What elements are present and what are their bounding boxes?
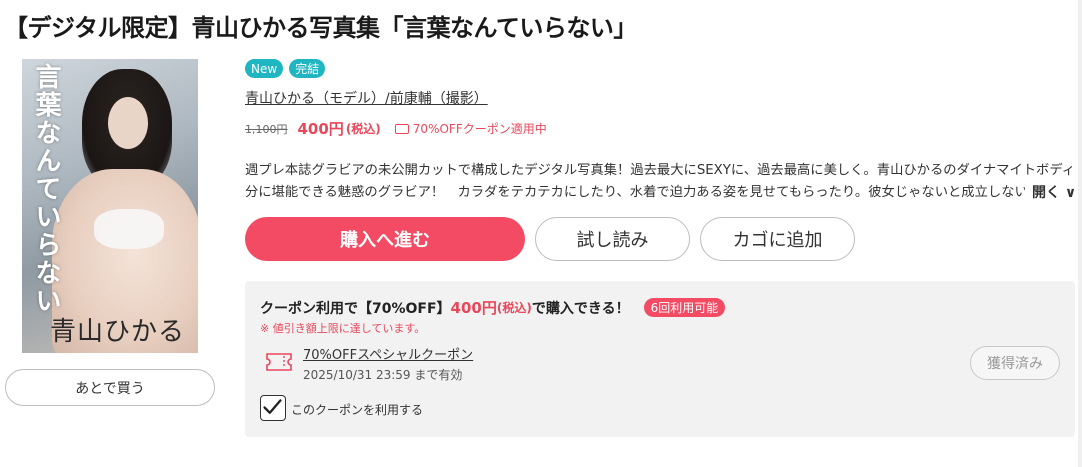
- cover-face: [108, 97, 148, 149]
- cover-vertical-title: 言葉なんていらない: [31, 63, 61, 315]
- coupon-applied-note: 70%OFFクーポン適用中: [394, 120, 547, 137]
- coupon-uses-badge: 6回利用可能: [643, 298, 726, 317]
- original-price: 1,100円: [245, 122, 288, 136]
- cover-cloth: [94, 209, 164, 249]
- current-price: 400円: [297, 120, 344, 138]
- coupon-ticket-icon: [266, 353, 292, 371]
- expand-description-button[interactable]: 開く ∨: [1030, 182, 1077, 202]
- checkmark-icon: [263, 399, 282, 414]
- buy-later-button[interactable]: あとで買う: [5, 369, 215, 406]
- complete-badge: 完結: [289, 59, 326, 78]
- coupon-limit-warning: ※ 値引き額上限に達しています。: [260, 322, 426, 335]
- coupon-headline: クーポン利用で【70%OFF】 400円 (税込) で購入できる！ 6回利用可能: [260, 297, 726, 318]
- trial-read-button[interactable]: 試し読み: [535, 217, 690, 261]
- coupon-headline-price: 400円: [450, 299, 497, 317]
- coupon-headline-tax: (税込): [496, 301, 532, 315]
- badge-group: New 完結: [245, 59, 326, 78]
- coupon-expiry: 2025/10/31 23:59 まで有効: [303, 368, 463, 382]
- coupon-applied-text: 70%OFFクーポン適用中: [412, 122, 547, 136]
- coupon-name-link[interactable]: 70%OFFスペシャルクーポン: [303, 344, 473, 363]
- add-to-cart-button[interactable]: カゴに追加: [700, 217, 855, 261]
- scrollbar-track[interactable]: [1078, 0, 1082, 467]
- product-title: 【デジタル限定】青山ひかる写真集「言葉なんていらない」: [4, 14, 637, 42]
- description-line-2: 分に堪能できる魅惑のグラビア！ カラダをテカテカにしたり、水着で迫力ある姿を見せ…: [245, 185, 1025, 200]
- description-line-1: 週プレ本誌グラビアの未公開カットで構成したデジタル写真集！過去最大にSEXYに、…: [245, 163, 1075, 178]
- coupon-headline-prefix: クーポン利用で【70%OFF】: [260, 300, 451, 317]
- coupon-headline-suffix: で購入できる！: [531, 300, 630, 317]
- author-links[interactable]: 青山ひかる（モデル）/前康輔（撮影）: [245, 88, 488, 108]
- cover-model-name: 青山ひかる: [50, 317, 186, 347]
- description: 週プレ本誌グラビアの未公開カットで構成したデジタル写真集！過去最大にSEXYに、…: [245, 160, 1075, 204]
- coupon-acquired-button[interactable]: 獲得済み: [970, 346, 1060, 380]
- cover-image[interactable]: 言葉なんていらない 青山ひかる: [22, 59, 198, 353]
- use-coupon-label[interactable]: このクーポンを利用する: [291, 401, 423, 418]
- tax-label: (税込): [345, 122, 381, 136]
- price-row: 1,100円 400円 (税込) 70%OFFクーポン適用中: [245, 118, 547, 139]
- coupon-panel: クーポン利用で【70%OFF】 400円 (税込) で購入できる！ 6回利用可能…: [245, 281, 1075, 437]
- new-badge: New: [245, 59, 284, 78]
- use-coupon-checkbox[interactable]: [260, 395, 286, 421]
- purchase-button[interactable]: 購入へ進む: [245, 217, 525, 261]
- ticket-icon: [394, 123, 409, 134]
